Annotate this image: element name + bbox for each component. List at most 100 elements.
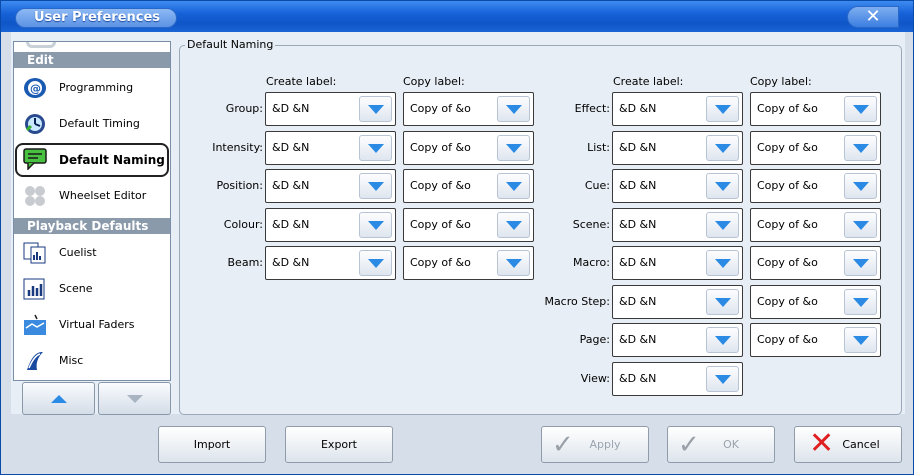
sidebar-item-misc[interactable]: Misc (15, 344, 169, 378)
combo-value: &D &N (272, 140, 310, 154)
create-label-combo[interactable]: &D &N (612, 130, 743, 165)
combo-value: Copy of &o (757, 256, 818, 269)
dropdown-arrow-icon[interactable] (706, 211, 739, 238)
scroll-down-button[interactable] (98, 382, 171, 415)
row-label-position: Position: (216, 179, 263, 192)
row-label-view: View: (580, 371, 610, 385)
combo-value: Copy of &o (757, 179, 818, 192)
combo-value: Copy of &o (757, 102, 818, 115)
combo-value: Copy of &o (757, 140, 818, 154)
combo-value: Copy of &o (757, 217, 818, 231)
row-label-beam: Beam: (227, 256, 263, 269)
row-label-page: Page: (579, 333, 610, 346)
combo-value: Copy of &o (757, 333, 818, 346)
create-label-combo[interactable]: &D &N (265, 169, 396, 203)
row-label-group: Group: (225, 102, 263, 115)
row-label-colour: Colour: (223, 217, 263, 231)
dropdown-arrow-icon[interactable] (844, 173, 877, 199)
create-label-combo[interactable]: &D &N (612, 323, 743, 357)
copy-label-combo[interactable]: Copy of &o (750, 246, 881, 280)
sidebar-item-label: Programming (59, 81, 134, 94)
ok-label: OK (723, 438, 739, 451)
create-label-combo[interactable]: &D &N (612, 246, 743, 280)
copy-label-combo[interactable]: Copy of &o (750, 130, 881, 165)
cancel-button[interactable]: ✕ Cancel (794, 426, 902, 463)
sidebar-item-label: Scene (59, 282, 93, 295)
svg-text:@: @ (30, 82, 41, 95)
dropdown-arrow-icon[interactable] (844, 288, 877, 315)
faders-icon (24, 314, 46, 335)
create-label-combo[interactable]: &D &N (265, 246, 396, 280)
export-button[interactable]: Export (285, 426, 393, 463)
apply-button[interactable]: ✓ Apply (541, 426, 649, 463)
group-title: Default Naming (185, 38, 276, 51)
import-button[interactable]: Import (158, 426, 266, 463)
combo-value: &D &N (272, 256, 310, 269)
combo-value: Copy of &o (410, 179, 471, 192)
create-label-combo[interactable]: &D &N (265, 130, 396, 165)
dropdown-arrow-icon[interactable] (706, 365, 739, 392)
row-label-scene: Scene: (572, 217, 610, 231)
combo-value: &D &N (619, 371, 657, 385)
partial-icon (26, 42, 56, 48)
create-label-combo[interactable]: &D &N (265, 92, 396, 126)
cancel-icon: ✕ (809, 426, 835, 461)
scene-icon (23, 278, 45, 300)
create-label-combo[interactable]: &D &N (612, 169, 743, 203)
combo-value: &D &N (619, 256, 657, 269)
copy-label-combo[interactable]: Copy of &o (750, 323, 881, 357)
create-label-header: Create label: (266, 75, 337, 88)
copy-label-combo[interactable]: Copy of &o (750, 284, 881, 319)
dropdown-arrow-icon[interactable] (844, 134, 877, 161)
row-label-list: List: (587, 140, 610, 154)
dropdown-arrow-icon[interactable] (844, 211, 877, 238)
dropdown-arrow-icon[interactable] (706, 173, 739, 199)
dropdown-arrow-icon[interactable] (359, 134, 392, 161)
row-label-macro: Macro: (573, 256, 610, 269)
dropdown-arrow-icon[interactable] (844, 250, 877, 276)
combo-value: &D &N (619, 217, 657, 231)
combo-value: &D &N (272, 179, 310, 192)
combo-value: &D &N (619, 333, 657, 346)
naming-icon (23, 148, 47, 170)
dropdown-arrow-icon[interactable] (359, 173, 392, 199)
scroll-up-button[interactable] (22, 382, 95, 415)
combo-value: &D &N (619, 102, 657, 115)
create-label-combo[interactable]: &D &N (612, 92, 743, 126)
combo-value: Copy of &o (410, 256, 471, 269)
dropdown-arrow-icon[interactable] (706, 288, 739, 315)
copy-label-combo[interactable]: Copy of &o (750, 92, 881, 126)
dropdown-arrow-icon[interactable] (706, 134, 739, 161)
dropdown-arrow-icon[interactable] (706, 327, 739, 353)
combo-value: &D &N (272, 217, 310, 231)
sidebar-item-label: Cuelist (59, 246, 97, 259)
sidebar-item-label: Misc (59, 354, 84, 367)
create-label-combo[interactable]: &D &N (612, 361, 743, 396)
create-label-combo[interactable]: &D &N (612, 207, 743, 242)
combo-value: Copy of &o (410, 102, 471, 115)
combo-value: &D &N (619, 294, 657, 308)
ok-button[interactable]: ✓ OK (667, 426, 775, 463)
create-label-combo[interactable]: &D &N (612, 284, 743, 319)
copy-label-combo[interactable]: Copy of &o (750, 207, 881, 242)
combo-value: &D &N (619, 140, 657, 154)
combo-value: Copy of &o (410, 140, 471, 154)
sidebar-item-label: Wheelset Editor (59, 189, 147, 202)
sidebar-item-virtual-faders[interactable]: Virtual Faders (15, 308, 169, 342)
combo-value: Copy of &o (757, 294, 818, 308)
arrow-up-icon (51, 395, 67, 403)
row-label-intensity: Intensity: (212, 140, 263, 154)
dropdown-arrow-icon[interactable] (359, 96, 392, 122)
dropdown-arrow-icon[interactable] (359, 250, 392, 276)
dropdown-arrow-icon[interactable] (844, 327, 877, 353)
create-label-combo[interactable]: &D &N (265, 207, 396, 242)
copy-label-combo[interactable]: Copy of &o (750, 169, 881, 203)
dropdown-arrow-icon[interactable] (706, 250, 739, 276)
programming-icon: @ (24, 78, 46, 98)
close-button[interactable]: ✕ (847, 6, 899, 28)
apply-label: Apply (589, 438, 621, 451)
row-label-macrostep: Macro Step: (544, 294, 610, 308)
dropdown-arrow-icon[interactable] (706, 96, 739, 122)
dropdown-arrow-icon[interactable] (359, 211, 392, 238)
dropdown-arrow-icon[interactable] (844, 96, 877, 122)
